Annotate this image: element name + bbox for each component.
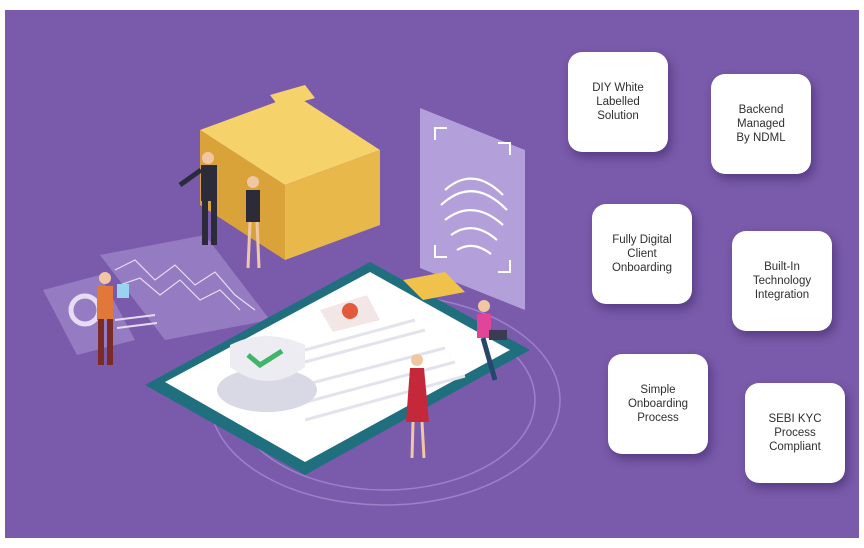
person-businessman [178,152,217,245]
feature-label: Simple Onboarding Process [627,384,689,424]
feature-card-sebi-kyc: SEBI KYC Process Compliant [745,383,845,483]
feature-card-backend-managed: Backend Managed By NDML [711,74,811,174]
banner-canvas: DIY White Labelled Solution Backend Mana… [5,10,859,538]
feature-label: DIY White Labelled Solution [592,82,644,122]
feature-label: SEBI KYC Process Compliant [768,413,822,453]
feature-label: Fully Digital Client Onboarding [611,234,673,274]
folder-icon [200,85,380,260]
feature-card-built-in-technology: Built-In Technology Integration [732,231,832,331]
feature-card-simple-onboarding: Simple Onboarding Process [608,354,708,454]
feature-card-fully-digital: Fully Digital Client Onboarding [592,204,692,304]
onboarding-illustration [43,85,561,506]
feature-card-diy-white-labelled: DIY White Labelled Solution [568,52,668,152]
feature-label: Built-In Technology Integration [752,261,812,301]
feature-label: Backend Managed By NDML [736,104,786,144]
